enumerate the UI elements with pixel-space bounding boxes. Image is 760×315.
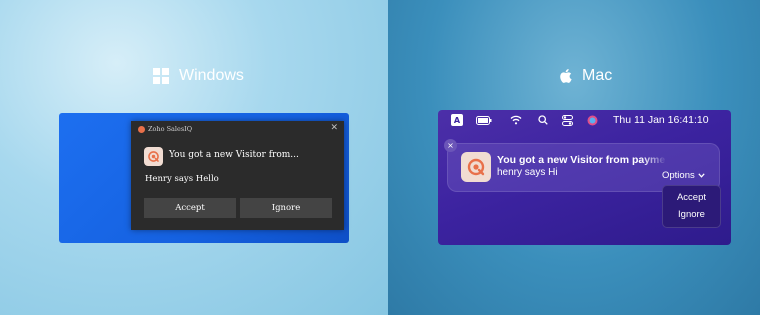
- mac-heading-label: Mac: [582, 67, 613, 84]
- menu-item-accept[interactable]: Accept: [663, 192, 720, 203]
- windows-heading: Windows: [153, 66, 244, 86]
- ignore-button[interactable]: Ignore: [240, 198, 332, 218]
- close-icon[interactable]: ✕: [330, 123, 338, 133]
- notification-body: henry says Hi: [497, 167, 558, 178]
- options-button[interactable]: Options: [662, 170, 705, 181]
- close-icon[interactable]: ×: [444, 139, 457, 152]
- input-source-icon[interactable]: A: [451, 114, 463, 126]
- windows-toast[interactable]: Zoho SalesIQ ✕ You got a new Visitor fro…: [131, 121, 344, 230]
- windows-panel: Windows Zoho SalesIQ ✕ You got a new Vis…: [0, 0, 388, 315]
- apple-logo-icon: [560, 69, 572, 83]
- windows-heading-label: Windows: [179, 67, 244, 84]
- notification-title: You got a new Visitor from payme: [497, 154, 666, 166]
- mac-panel: Mac A Thu 11 Jan 16:41:10 × You got a ne…: [388, 0, 760, 315]
- control-center-icon[interactable]: [562, 113, 573, 127]
- salesiq-logo-icon: [461, 152, 491, 182]
- menubar-datetime[interactable]: Thu 11 Jan 16:41:10: [613, 113, 709, 127]
- toast-app-name: Zoho SalesIQ: [148, 125, 193, 133]
- chevron-down-icon: [698, 173, 705, 178]
- toast-app-row: Zoho SalesIQ: [138, 125, 192, 133]
- mac-heading: Mac: [558, 66, 612, 86]
- siri-icon[interactable]: [587, 113, 598, 127]
- windows-logo-icon: [153, 68, 169, 84]
- toast-actions: Accept Ignore: [144, 198, 332, 218]
- menu-item-ignore[interactable]: Ignore: [663, 209, 720, 220]
- windows-desktop-card: Zoho SalesIQ ✕ You got a new Visitor fro…: [59, 113, 349, 243]
- app-small-icon: [138, 125, 145, 133]
- search-icon[interactable]: [538, 113, 548, 127]
- battery-icon[interactable]: [476, 113, 492, 127]
- mac-menubar: A Thu 11 Jan 16:41:10: [438, 110, 731, 130]
- salesiq-logo-icon: [144, 147, 163, 166]
- toast-title: You got a new Visitor from...: [169, 150, 299, 160]
- toast-body: Henry says Hello: [145, 174, 219, 184]
- options-menu: Accept Ignore: [662, 185, 721, 228]
- options-label: Options: [662, 170, 695, 181]
- mac-desktop-card: A Thu 11 Jan 16:41:10 × You got a new Vi…: [438, 110, 731, 245]
- wifi-icon[interactable]: [510, 113, 522, 127]
- accept-button[interactable]: Accept: [144, 198, 236, 218]
